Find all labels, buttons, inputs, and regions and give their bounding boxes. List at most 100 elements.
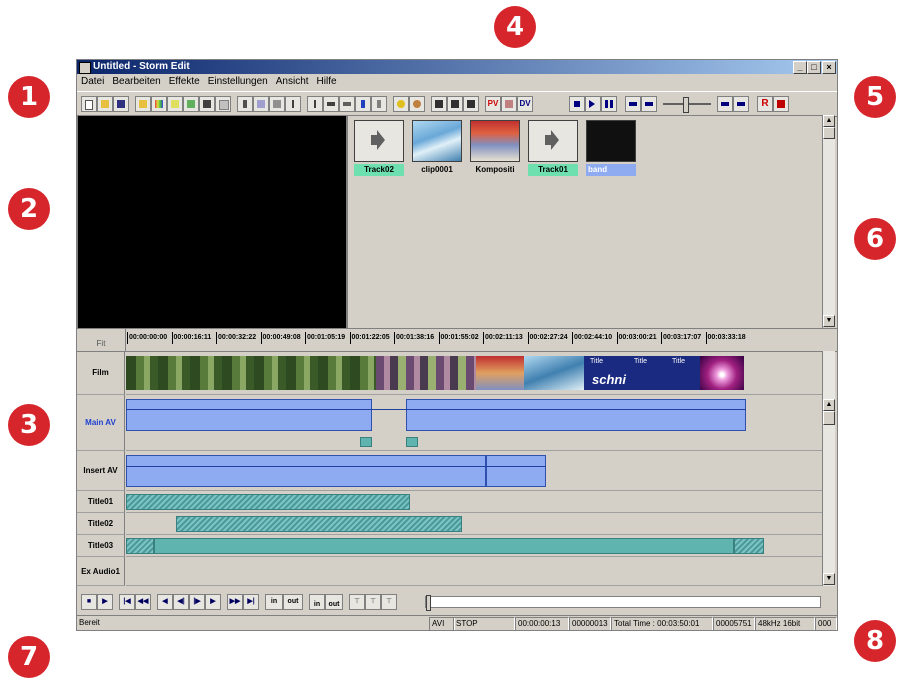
film-strip-light[interactable] (700, 356, 744, 390)
close-icon[interactable]: × (822, 61, 836, 74)
film-strip-titles[interactable]: Title Title Title schni (584, 356, 700, 390)
save-icon[interactable] (113, 96, 129, 112)
track-label-insert-av[interactable]: Insert AV (77, 451, 125, 491)
track-label-film[interactable]: Film (77, 351, 125, 395)
title-clip-icon[interactable] (167, 96, 183, 112)
menu-einstellungen[interactable]: Einstellungen (204, 74, 272, 90)
film-strip-sky[interactable] (524, 356, 584, 390)
settings-icon[interactable] (409, 96, 425, 112)
clip-properties-icon[interactable] (215, 96, 231, 112)
step-forward-icon[interactable]: ▶ (205, 594, 221, 610)
track-label-ex-audio1[interactable]: Ex Audio1 (77, 557, 125, 586)
clip-kompositi[interactable]: Kompositi (470, 120, 520, 180)
insert-av-track[interactable] (126, 451, 826, 491)
main-av-clip-2[interactable] (406, 399, 746, 431)
timeline-ruler[interactable]: Fit 00:00:00:00 00:00:16:11 00:00:32:22 00:… (77, 328, 837, 352)
go-to-end-icon[interactable]: ▶| (243, 594, 259, 610)
main-av-clip-1[interactable] (126, 399, 372, 431)
main-av-track[interactable] (126, 395, 826, 451)
new-file-icon[interactable] (81, 96, 97, 112)
fit-button[interactable]: Fit (77, 329, 126, 351)
window-3-icon[interactable] (463, 96, 479, 112)
scroll-thumb[interactable] (823, 127, 835, 139)
play-icon[interactable] (585, 96, 601, 112)
previous-clip-icon[interactable]: ◀◀ (135, 594, 151, 610)
scroll-down-icon[interactable]: ▼ (823, 573, 835, 585)
step-forward-icon[interactable] (717, 96, 733, 112)
title02-track[interactable] (126, 513, 826, 535)
title01-clip[interactable] (126, 494, 410, 510)
title-bar[interactable]: Untitled - Storm Edit _ □ × (77, 60, 837, 74)
clip-track02[interactable]: Track02 (354, 120, 404, 180)
clip-clip0001[interactable]: clip0001 (412, 120, 462, 180)
open-folder-icon[interactable] (97, 96, 113, 112)
marker-1-icon[interactable]: ⊤ (349, 594, 365, 610)
mark-in-button[interactable]: in (265, 594, 283, 610)
position-scrubber[interactable] (425, 595, 821, 611)
mark-out-button[interactable]: out (283, 594, 303, 610)
stop-icon[interactable] (569, 96, 585, 112)
record-button[interactable]: R (757, 96, 773, 112)
menu-hilfe[interactable]: Hilfe (313, 74, 341, 90)
frame-forward-icon[interactable]: |▶ (189, 594, 205, 610)
play-icon[interactable]: ▶ (97, 594, 113, 610)
hourglass-icon[interactable] (371, 96, 387, 112)
timeline-scrollbar[interactable]: ▲ ▼ (822, 351, 835, 586)
go-to-in-button[interactable]: in (309, 594, 325, 610)
fast-forward-icon[interactable] (733, 96, 749, 112)
window-1-icon[interactable] (431, 96, 447, 112)
app-icon[interactable] (79, 62, 91, 74)
scroll-down-icon[interactable]: ▼ (823, 315, 835, 327)
effect-icon[interactable] (355, 96, 371, 112)
maximize-icon[interactable]: □ (807, 61, 821, 74)
paste-icon[interactable] (269, 96, 285, 112)
pause-icon[interactable] (601, 96, 617, 112)
track-view-icon[interactable] (323, 96, 339, 112)
transition-marker-2[interactable] (406, 437, 418, 447)
dv-button[interactable]: DV (517, 96, 533, 112)
scrubber-thumb[interactable] (426, 595, 431, 611)
window-2-icon[interactable] (447, 96, 463, 112)
film-strip-forest[interactable] (126, 356, 376, 390)
insert-av-clip-2[interactable] (486, 455, 546, 487)
step-back-icon[interactable]: ◀ (157, 594, 173, 610)
record-stop-icon[interactable] (773, 96, 789, 112)
track-label-title02[interactable]: Title02 (77, 513, 125, 535)
title03-track[interactable] (126, 535, 826, 557)
import-folder-icon[interactable] (135, 96, 151, 112)
frame-back-icon[interactable]: ◀| (173, 594, 189, 610)
menu-ansicht[interactable]: Ansicht (272, 74, 313, 90)
pv-button[interactable]: PV (485, 96, 501, 112)
marker-3-icon[interactable]: ⊤ (381, 594, 397, 610)
title02-clip[interactable] (176, 516, 462, 532)
go-to-out-button[interactable]: out (325, 594, 343, 610)
title03-clip-end[interactable] (734, 538, 764, 554)
picture-clip-icon[interactable] (183, 96, 199, 112)
book-icon[interactable] (199, 96, 215, 112)
jog-slider-thumb[interactable] (683, 97, 689, 113)
split-icon[interactable] (285, 96, 301, 112)
copy-icon[interactable] (253, 96, 269, 112)
go-to-start-icon[interactable]: |◀ (119, 594, 135, 610)
next-clip-icon[interactable]: ▶▶ (227, 594, 243, 610)
marker-2-icon[interactable]: ⊤ (365, 594, 381, 610)
scroll-up-icon[interactable]: ▲ (823, 115, 835, 127)
menu-datei[interactable]: Datei (77, 74, 108, 90)
render-icon[interactable] (393, 96, 409, 112)
step-back-icon[interactable] (641, 96, 657, 112)
color-bars-icon[interactable] (151, 96, 167, 112)
film-strip-composite[interactable] (476, 356, 524, 390)
rewind-icon[interactable] (625, 96, 641, 112)
ex-audio1-track[interactable] (126, 557, 826, 586)
menu-effekte[interactable]: Effekte (165, 74, 204, 90)
clip-track01[interactable]: Track01 (528, 120, 578, 180)
film-track[interactable]: Title Title Title schni (126, 351, 826, 395)
insert-av-clip-1[interactable] (126, 455, 486, 487)
clip-band[interactable]: band (586, 120, 636, 180)
track-label-title03[interactable]: Title03 (77, 535, 125, 557)
menu-bearbeiten[interactable]: Bearbeiten (108, 74, 164, 90)
bin-scrollbar[interactable]: ▲ ▼ (822, 115, 835, 327)
track-label-main-av[interactable]: Main AV (77, 395, 125, 451)
scroll-thumb[interactable] (823, 411, 835, 425)
track-label-title01[interactable]: Title01 (77, 491, 125, 513)
